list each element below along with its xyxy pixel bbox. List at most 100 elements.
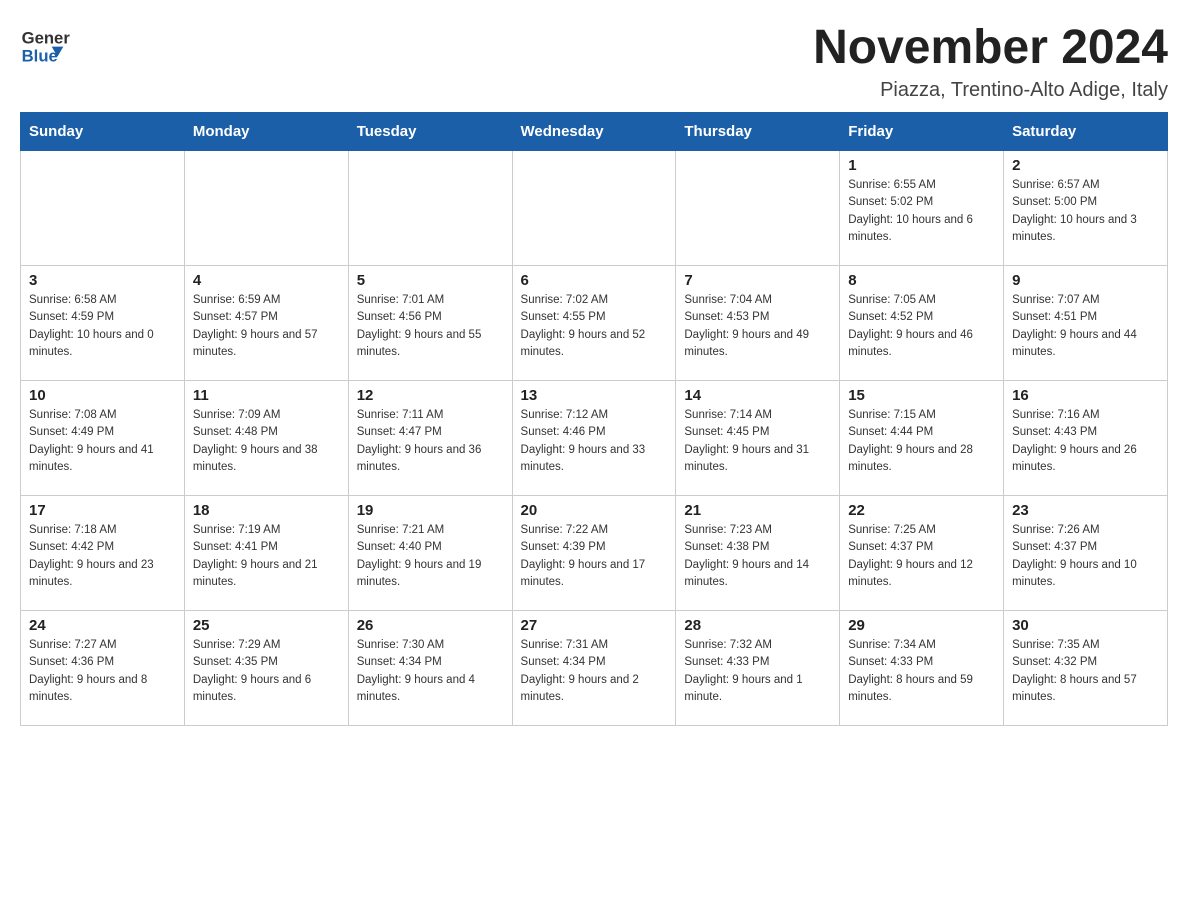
subtitle: Piazza, Trentino-Alto Adige, Italy — [813, 79, 1168, 102]
day-number: 1 — [848, 157, 995, 174]
day-cell: 18 Sunrise: 7:19 AM Sunset: 4:41 PM Dayli… — [184, 496, 348, 611]
day-number: 19 — [357, 502, 504, 519]
day-info: Sunrise: 7:15 AM Sunset: 4:44 PM Dayligh… — [848, 407, 995, 476]
day-number: 13 — [521, 387, 668, 404]
day-info: Sunrise: 7:11 AM Sunset: 4:47 PM Dayligh… — [357, 407, 504, 476]
col-saturday: Saturday — [1004, 113, 1168, 151]
day-cell: 28 Sunrise: 7:32 AM Sunset: 4:33 PM Dayli… — [676, 611, 840, 726]
day-cell: 14Sunrise: 7:14 AM Sunset: 4:45 PM Dayli… — [676, 381, 840, 496]
day-cell: 5 Sunrise: 7:01 AM Sunset: 4:56 PM Daylig… — [348, 266, 512, 381]
day-cell — [512, 151, 676, 266]
logo-icon: General Blue — [20, 20, 70, 70]
day-cell: 2 Sunrise: 6:57 AM Sunset: 5:00 PM Daylig… — [1004, 151, 1168, 266]
day-info: Sunrise: 7:35 AM Sunset: 4:32 PM Dayligh… — [1012, 637, 1159, 706]
day-cell: 11Sunrise: 7:09 AM Sunset: 4:48 PM Dayli… — [184, 381, 348, 496]
day-cell: 21Sunrise: 7:23 AM Sunset: 4:38 PM Dayli… — [676, 496, 840, 611]
col-thursday: Thursday — [676, 113, 840, 151]
day-info: Sunrise: 7:07 AM Sunset: 4:51 PM Dayligh… — [1012, 292, 1159, 361]
day-cell: 8 Sunrise: 7:05 AM Sunset: 4:52 PM Daylig… — [840, 266, 1004, 381]
day-number: 17 — [29, 502, 176, 519]
col-friday: Friday — [840, 113, 1004, 151]
calendar-header-row: Sunday Monday Tuesday Wednesday Thursday… — [21, 113, 1168, 151]
day-info: Sunrise: 7:19 AM Sunset: 4:41 PM Dayligh… — [193, 522, 340, 591]
day-info: Sunrise: 7:32 AM Sunset: 4:33 PM Dayligh… — [684, 637, 831, 706]
day-cell: 27 Sunrise: 7:31 AM Sunset: 4:34 PM Dayli… — [512, 611, 676, 726]
day-number: 20 — [521, 502, 668, 519]
svg-text:Blue: Blue — [22, 47, 58, 66]
title-block: November 2024 Piazza, Trentino-Alto Adig… — [813, 20, 1168, 102]
day-info: Sunrise: 7:05 AM Sunset: 4:52 PM Dayligh… — [848, 292, 995, 361]
day-info: Sunrise: 7:29 AM Sunset: 4:35 PM Dayligh… — [193, 637, 340, 706]
day-cell: 9 Sunrise: 7:07 AM Sunset: 4:51 PM Daylig… — [1004, 266, 1168, 381]
day-cell: 17 Sunrise: 7:18 AM Sunset: 4:42 PM Dayli… — [21, 496, 185, 611]
day-cell — [184, 151, 348, 266]
day-number: 3 — [29, 272, 176, 289]
day-cell: 19 Sunrise: 7:21 AM Sunset: 4:40 PM Dayli… — [348, 496, 512, 611]
day-info: Sunrise: 7:08 AM Sunset: 4:49 PM Dayligh… — [29, 407, 176, 476]
day-number: 30 — [1012, 617, 1159, 634]
day-info: Sunrise: 7:31 AM Sunset: 4:34 PM Dayligh… — [521, 637, 668, 706]
day-cell: 25 Sunrise: 7:29 AM Sunset: 4:35 PM Dayli… — [184, 611, 348, 726]
day-number: 2 — [1012, 157, 1159, 174]
col-sunday: Sunday — [21, 113, 185, 151]
day-info: Sunrise: 6:57 AM Sunset: 5:00 PM Dayligh… — [1012, 177, 1159, 246]
day-cell: 13Sunrise: 7:12 AM Sunset: 4:46 PM Dayli… — [512, 381, 676, 496]
day-number: 5 — [357, 272, 504, 289]
day-number: 9 — [1012, 272, 1159, 289]
day-cell: 10 Sunrise: 7:08 AM Sunset: 4:49 PM Dayli… — [21, 381, 185, 496]
day-number: 18 — [193, 502, 340, 519]
day-number: 16 — [1012, 387, 1159, 404]
col-monday: Monday — [184, 113, 348, 151]
day-cell: 23 Sunrise: 7:26 AM Sunset: 4:37 PM Dayli… — [1004, 496, 1168, 611]
col-wednesday: Wednesday — [512, 113, 676, 151]
day-number: 6 — [521, 272, 668, 289]
day-cell: 16 Sunrise: 7:16 AM Sunset: 4:43 PM Dayli… — [1004, 381, 1168, 496]
calendar-table: Sunday Monday Tuesday Wednesday Thursday… — [20, 112, 1168, 726]
day-number: 14 — [684, 387, 831, 404]
week-row-3: 10 Sunrise: 7:08 AM Sunset: 4:49 PM Dayli… — [21, 381, 1168, 496]
day-info: Sunrise: 7:16 AM Sunset: 4:43 PM Dayligh… — [1012, 407, 1159, 476]
week-row-2: 3 Sunrise: 6:58 AM Sunset: 4:59 PM Daylig… — [21, 266, 1168, 381]
day-cell: 30 Sunrise: 7:35 AM Sunset: 4:32 PM Dayli… — [1004, 611, 1168, 726]
day-info: Sunrise: 7:25 AM Sunset: 4:37 PM Dayligh… — [848, 522, 995, 591]
day-info: Sunrise: 7:30 AM Sunset: 4:34 PM Dayligh… — [357, 637, 504, 706]
day-info: Sunrise: 7:02 AM Sunset: 4:55 PM Dayligh… — [521, 292, 668, 361]
day-cell — [348, 151, 512, 266]
day-info: Sunrise: 7:27 AM Sunset: 4:36 PM Dayligh… — [29, 637, 176, 706]
day-number: 28 — [684, 617, 831, 634]
day-cell: 26 Sunrise: 7:30 AM Sunset: 4:34 PM Dayli… — [348, 611, 512, 726]
day-info: Sunrise: 7:23 AM Sunset: 4:38 PM Dayligh… — [684, 522, 831, 591]
col-tuesday: Tuesday — [348, 113, 512, 151]
day-cell: 4Sunrise: 6:59 AM Sunset: 4:57 PM Daylig… — [184, 266, 348, 381]
day-info: Sunrise: 7:26 AM Sunset: 4:37 PM Dayligh… — [1012, 522, 1159, 591]
day-cell: 12 Sunrise: 7:11 AM Sunset: 4:47 PM Dayli… — [348, 381, 512, 496]
day-number: 23 — [1012, 502, 1159, 519]
day-info: Sunrise: 7:04 AM Sunset: 4:53 PM Dayligh… — [684, 292, 831, 361]
day-info: Sunrise: 7:09 AM Sunset: 4:48 PM Dayligh… — [193, 407, 340, 476]
day-info: Sunrise: 7:01 AM Sunset: 4:56 PM Dayligh… — [357, 292, 504, 361]
day-number: 25 — [193, 617, 340, 634]
day-number: 4 — [193, 272, 340, 289]
day-number: 12 — [357, 387, 504, 404]
day-number: 15 — [848, 387, 995, 404]
day-number: 27 — [521, 617, 668, 634]
week-row-5: 24 Sunrise: 7:27 AM Sunset: 4:36 PM Dayli… — [21, 611, 1168, 726]
day-info: Sunrise: 7:34 AM Sunset: 4:33 PM Dayligh… — [848, 637, 995, 706]
day-cell: 3 Sunrise: 6:58 AM Sunset: 4:59 PM Daylig… — [21, 266, 185, 381]
day-cell — [21, 151, 185, 266]
day-number: 10 — [29, 387, 176, 404]
day-number: 22 — [848, 502, 995, 519]
day-cell: 22 Sunrise: 7:25 AM Sunset: 4:37 PM Dayli… — [840, 496, 1004, 611]
main-title: November 2024 — [813, 20, 1168, 75]
day-info: Sunrise: 7:21 AM Sunset: 4:40 PM Dayligh… — [357, 522, 504, 591]
day-number: 7 — [684, 272, 831, 289]
day-cell: 20Sunrise: 7:22 AM Sunset: 4:39 PM Dayli… — [512, 496, 676, 611]
day-cell: 29 Sunrise: 7:34 AM Sunset: 4:33 PM Dayli… — [840, 611, 1004, 726]
day-number: 29 — [848, 617, 995, 634]
day-number: 26 — [357, 617, 504, 634]
day-number: 8 — [848, 272, 995, 289]
day-info: Sunrise: 7:18 AM Sunset: 4:42 PM Dayligh… — [29, 522, 176, 591]
logo: General Blue — [20, 20, 70, 70]
day-number: 24 — [29, 617, 176, 634]
day-info: Sunrise: 6:58 AM Sunset: 4:59 PM Dayligh… — [29, 292, 176, 361]
